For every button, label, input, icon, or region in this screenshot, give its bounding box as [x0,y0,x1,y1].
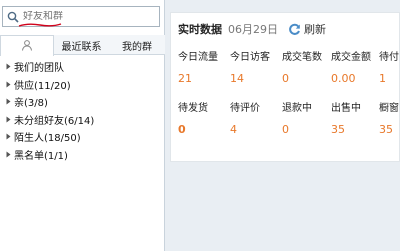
realtime-data-panel: 实时数据 06月29日 刷新 今日流量 21 今日访客 14 成交笔数 0 成交… [170,12,400,162]
group-label: 我们的团队 [14,63,64,75]
stat-showcase: 橱窗 35 [379,99,399,136]
stat-pending-review: 待评价 4 [230,99,260,136]
panel-title: 实时数据 [178,23,222,36]
tab-recent-contacts[interactable]: 最近联系 [54,35,109,55]
stat-value: 14 [230,72,244,85]
stat-value: 35 [331,123,345,136]
stat-value: 35 [379,123,393,136]
stat-label: 出售中 [331,103,361,114]
group-label: 黑名单(1/1) [14,150,68,162]
person-icon [21,39,33,54]
stat-deal-count: 成交笔数 0 [282,48,322,85]
stat-value: 0 [178,123,186,136]
group-item[interactable]: 黑名单(1/1) [0,146,165,164]
stat-deal-amount: 成交金额 0.00 [331,48,371,85]
group-item[interactable]: 未分组好友(6/14) [0,111,165,129]
expand-arrow-icon [3,132,13,142]
stat-value: 0.00 [331,72,356,85]
expand-arrow-icon [3,149,13,159]
group-item[interactable]: 我们的团队 [0,58,165,76]
tab-contacts[interactable] [0,35,54,56]
stat-today-visitors: 今日访客 14 [230,48,270,85]
stat-label: 今日流量 [178,52,218,63]
stat-label: 待付 [379,52,399,63]
group-list: 我们的团队 供应(11/20) 亲(3/8) 未分组好友(6/14) 陌生人(1… [0,58,165,163]
stat-value: 0 [282,72,289,85]
expand-arrow-icon [3,114,13,124]
stat-pending-payment: 待付 1 [379,48,399,85]
contacts-sidebar: 最近联系 我的群 我们的团队 供应(11/20) 亲(3/8) 未分组好友(6/… [0,0,165,251]
stat-label: 今日访客 [230,52,270,63]
stat-today-traffic: 今日流量 21 [178,48,218,85]
contact-tabs: 最近联系 我的群 [0,35,165,56]
stat-label: 成交笔数 [282,52,322,63]
group-label: 供应(11/20) [14,80,71,92]
expand-arrow-icon [3,62,13,72]
stat-value: 0 [282,123,289,136]
group-item[interactable]: 陌生人(18/50) [0,128,165,146]
group-label: 陌生人(18/50) [14,133,81,145]
stat-refunding: 退款中 0 [282,99,312,136]
stat-on-sale: 出售中 35 [331,99,361,136]
stat-value: 1 [379,72,386,85]
refresh-label: 刷新 [304,23,326,36]
group-label: 未分组好友(6/14) [14,115,95,127]
expand-arrow-icon [3,79,13,89]
panel-date: 06月29日 [228,23,278,36]
expand-arrow-icon [3,97,13,107]
stat-label: 待发货 [178,103,208,114]
stat-label: 退款中 [282,103,312,114]
panel-header: 实时数据 06月29日 刷新 [178,22,326,36]
group-label: 亲(3/8) [14,98,48,110]
refresh-button[interactable]: 刷新 [288,21,326,37]
stat-label: 待评价 [230,103,260,114]
refresh-icon [289,23,300,35]
stat-pending-shipment: 待发货 0 [178,99,208,136]
stat-value: 21 [178,72,192,85]
stat-label: 橱窗 [379,103,399,114]
red-underline-annotation [18,23,62,27]
group-item[interactable]: 供应(11/20) [0,76,165,94]
stat-label: 成交金额 [331,52,371,63]
tab-my-groups[interactable]: 我的群 [109,35,165,55]
stat-value: 4 [230,123,237,136]
group-item[interactable]: 亲(3/8) [0,93,165,111]
